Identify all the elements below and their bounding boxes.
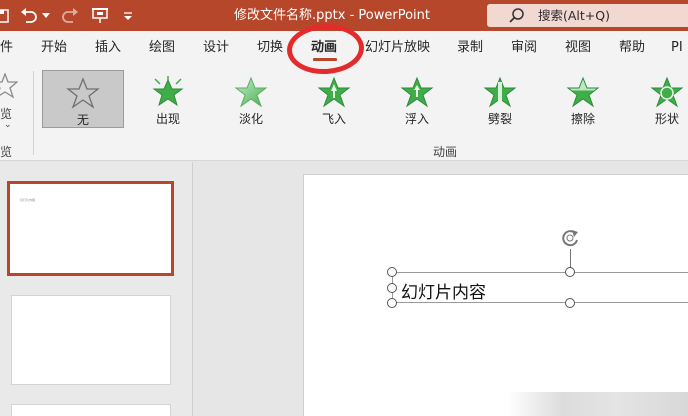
document-name: 修改文件名称.pptx [234,8,346,23]
animation-label: 无 [76,113,89,127]
present-from-start-icon[interactable] [90,0,110,31]
title-separator: - [345,8,359,23]
resize-handle-bottom-left[interactable] [387,298,397,308]
resize-handle-top-left[interactable] [387,267,397,277]
animation-label: 浮入 [404,112,429,126]
animation-appear-button[interactable]: 出现 [127,70,209,128]
preview-group-label: 览 [0,145,13,159]
slide-thumbnail-2[interactable] [11,295,171,385]
star-outline-icon [66,77,100,109]
app-name: PowerPoint [358,8,430,23]
animation-label: 擦除 [570,112,595,126]
animation-split-button[interactable]: 劈裂 [459,70,541,128]
tab-slide-show[interactable]: 幻灯片放映 [365,31,430,65]
preview-star-icon[interactable] [0,72,19,99]
star-burst-icon [152,76,184,107]
undo-icon[interactable] [18,0,40,31]
star-split-icon [483,76,517,108]
animation-shape-button[interactable]: 形状 [626,70,688,128]
animation-float-in-button[interactable]: 浮入 [376,70,458,128]
tab-view[interactable]: 视图 [565,31,591,65]
tab-record[interactable]: 录制 [457,31,483,65]
preview-caret-icon[interactable]: ⌄ [4,120,12,130]
slide-canvas[interactable]: 幻灯片内容 [303,174,688,416]
animation-fly-in-button[interactable]: 飞入 [293,70,375,128]
star-shape-icon [650,76,684,108]
tab-help[interactable]: 帮助 [619,31,645,65]
save-icon[interactable] [0,0,14,31]
tab-transitions[interactable]: 切换 [257,31,283,65]
resize-handle-bottom-center[interactable] [565,298,575,308]
search-box[interactable]: 搜索(Alt+Q) [487,4,688,27]
dropdown-caret-icon[interactable] [40,0,52,31]
animation-label: 出现 [155,112,180,126]
star-wipe-icon [566,76,600,108]
star-float-in-icon [400,76,434,108]
tab-file[interactable]: 件 [0,31,13,65]
animation-wipe-button[interactable]: 擦除 [542,70,624,128]
star-fade-icon [234,76,268,108]
tab-review[interactable]: 审阅 [511,31,537,65]
animation-label: 飞入 [321,112,346,126]
star-fly-in-icon [317,76,351,108]
slide-thumbnail-3[interactable] [11,404,171,416]
slide-textbox[interactable]: 幻灯片内容 [392,272,688,303]
resize-handle-top-center[interactable] [565,267,575,277]
tab-insert[interactable]: 插入 [95,31,121,65]
slide-thumbnail-pane: 幻灯片内容 [0,162,193,416]
tab-design[interactable]: 设计 [203,31,229,65]
animation-label: 形状 [654,112,679,126]
animation-group-label: 动画 [432,145,457,159]
search-icon [509,8,524,23]
tab-overflow[interactable]: PI [671,31,683,65]
animation-fade-button[interactable]: 淡化 [210,70,292,128]
customize-quick-access-icon[interactable] [120,0,136,31]
rotate-handle-icon[interactable] [559,227,581,249]
animation-none-button[interactable]: 无 [42,70,124,128]
animation-label: 劈裂 [487,112,512,126]
redo-icon[interactable] [58,0,82,31]
resize-handle-middle-left[interactable] [387,283,397,293]
tab-draw[interactable]: 绘图 [149,31,175,65]
group-separator [33,71,34,155]
tab-home[interactable]: 开始 [41,31,67,65]
mosaic-watermark [508,392,688,416]
slide-textbox-text: 幻灯片内容 [401,283,486,303]
slide-thumbnail-1[interactable]: 幻灯片内容 [7,181,174,276]
thumbnail-text: 幻灯片内容 [20,198,36,202]
search-label: 搜索(Alt+Q) [538,8,610,23]
animations-ribbon: 览 ⌄ 览 无 出现 淡化 飞入 浮入 劈裂 擦除 形状 动画 [0,65,688,161]
slide-editor: 幻灯片内容 [194,162,688,416]
animation-label: 淡化 [238,112,263,126]
